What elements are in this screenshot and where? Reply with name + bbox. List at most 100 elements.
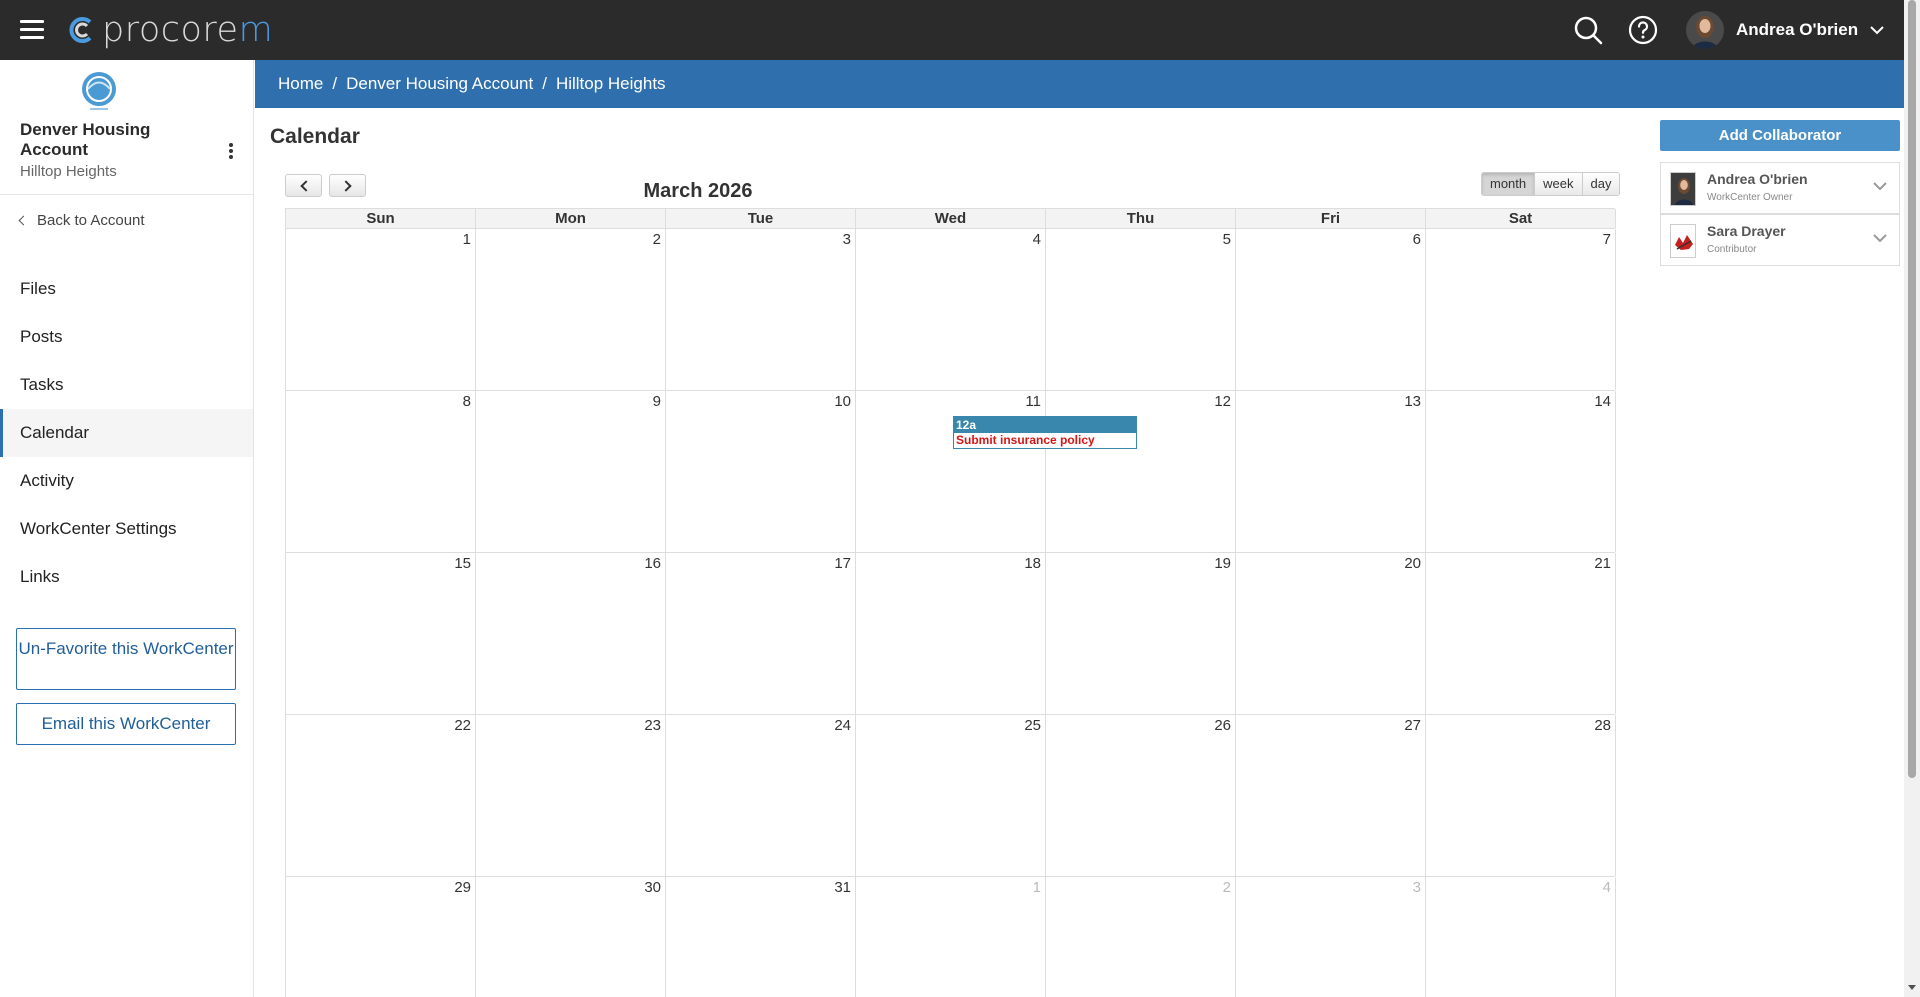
sidebar-item-workcenter-settings[interactable]: WorkCenter Settings [0, 505, 253, 553]
search-icon[interactable] [1572, 14, 1604, 46]
view-month-button[interactable]: month [1482, 173, 1536, 195]
hamburger-menu-icon[interactable] [20, 20, 44, 40]
next-month-button[interactable] [329, 174, 366, 197]
calendar-event[interactable]: 12a Submit insurance policy [953, 416, 1137, 449]
page-scrollbar[interactable] [1904, 0, 1920, 997]
calendar-day-cell[interactable]: 25 [856, 715, 1046, 876]
calendar-day-cell-next-month[interactable]: 2 [1046, 877, 1236, 997]
day-number: 29 [454, 879, 471, 896]
collaborator-card[interactable]: Andrea O'brien WorkCenter Owner [1660, 162, 1900, 214]
breadcrumb-home[interactable]: Home [278, 74, 323, 94]
weekday-header-row: Sun Mon Tue Wed Thu Fri Sat [286, 208, 1616, 229]
calendar-day-cell[interactable]: 5 [1046, 229, 1236, 390]
calendar-day-cell-next-month[interactable]: 4 [1426, 877, 1616, 997]
calendar-day-cell[interactable]: 2 [476, 229, 666, 390]
day-number: 11 [1025, 393, 1041, 410]
day-number: 10 [834, 393, 851, 410]
chevron-right-icon [340, 180, 352, 192]
sidebar-item-posts[interactable]: Posts [0, 313, 253, 361]
calendar-day-cell[interactable]: 20 [1236, 553, 1426, 714]
chevron-down-icon [1870, 26, 1884, 35]
help-icon[interactable] [1627, 14, 1659, 46]
calendar-day-cell[interactable]: 31 [666, 877, 856, 997]
collaborator-name: Sara Drayer [1707, 223, 1786, 239]
day-number: 4 [1032, 231, 1041, 248]
month-calendar-grid: Sun Mon Tue Wed Thu Fri Sat 1 2 3 4 5 6 … [285, 208, 1616, 997]
more-options-icon[interactable] [229, 143, 235, 161]
weekday-header: Wed [856, 209, 1046, 228]
sidebar-divider [0, 194, 253, 195]
scrollbar-thumb[interactable] [1908, 0, 1916, 778]
chevron-down-icon[interactable] [1873, 231, 1887, 245]
calendar-day-cell[interactable]: 17 [666, 553, 856, 714]
scroll-down-arrow-icon[interactable] [1908, 985, 1916, 990]
calendar-day-cell[interactable]: 6 [1236, 229, 1426, 390]
sidebar-item-tasks[interactable]: Tasks [0, 361, 253, 409]
previous-month-button[interactable] [285, 174, 322, 197]
event-time: 12a [954, 417, 1136, 433]
view-day-button[interactable]: day [1582, 173, 1620, 195]
calendar-day-cell[interactable]: 16 [476, 553, 666, 714]
calendar-day-cell-next-month[interactable]: 1 [856, 877, 1046, 997]
collaborator-role: Contributor [1707, 244, 1757, 255]
back-to-account-link[interactable]: Back to Account [18, 212, 145, 229]
day-number: 25 [1024, 717, 1041, 734]
user-avatar [1686, 11, 1724, 49]
chevron-down-icon[interactable] [1873, 179, 1887, 193]
calendar-day-cell[interactable]: 23 [476, 715, 666, 876]
calendar-day-cell[interactable]: 26 [1046, 715, 1236, 876]
weekday-header: Mon [476, 209, 666, 228]
workcenter-title: Denver Housing Account [20, 120, 151, 159]
calendar-day-cell[interactable]: 22 [286, 715, 476, 876]
day-number: 4 [1602, 879, 1611, 896]
breadcrumb-account[interactable]: Denver Housing Account [346, 74, 533, 94]
back-to-account-label: Back to Account [37, 212, 145, 229]
day-number: 9 [652, 393, 661, 410]
procore-logo[interactable]: procorem [66, 12, 273, 48]
user-menu[interactable]: Andrea O'brien [1686, 9, 1884, 51]
calendar-day-cell[interactable]: 13 [1236, 391, 1426, 552]
calendar-day-cell[interactable]: 30 [476, 877, 666, 997]
calendar-day-cell[interactable]: 19 [1046, 553, 1236, 714]
calendar-day-cell[interactable]: 10 [666, 391, 856, 552]
calendar-day-cell[interactable]: 18 [856, 553, 1046, 714]
chevron-left-icon [300, 180, 312, 192]
email-workcenter-button[interactable]: Email this WorkCenter [16, 703, 236, 745]
day-number: 27 [1404, 717, 1421, 734]
day-number: 14 [1594, 393, 1611, 410]
calendar-day-cell[interactable]: 29 [286, 877, 476, 997]
calendar-day-cell[interactable]: 1 [286, 229, 476, 390]
view-week-button[interactable]: week [1535, 173, 1583, 195]
calendar-day-cell[interactable]: 7 [1426, 229, 1616, 390]
day-number: 26 [1214, 717, 1231, 734]
day-number: 17 [834, 555, 851, 572]
weekday-header: Sat [1426, 209, 1616, 228]
logo-mark-icon [69, 17, 92, 43]
sidebar-item-activity[interactable]: Activity [0, 457, 253, 505]
day-number: 15 [454, 555, 471, 572]
calendar-day-cell[interactable]: 14 [1426, 391, 1616, 552]
calendar-day-cell[interactable]: 8 [286, 391, 476, 552]
sidebar-item-links[interactable]: Links [0, 553, 253, 601]
calendar-day-cell-next-month[interactable]: 3 [1236, 877, 1426, 997]
page-title: Calendar [270, 125, 360, 148]
calendar-day-cell[interactable]: 15 [286, 553, 476, 714]
calendar-day-cell[interactable]: 28 [1426, 715, 1616, 876]
day-number: 28 [1594, 717, 1611, 734]
calendar-day-cell[interactable]: 3 [666, 229, 856, 390]
calendar-day-cell[interactable]: 24 [666, 715, 856, 876]
day-number: 7 [1602, 231, 1611, 248]
day-number: 24 [834, 717, 851, 734]
calendar-day-cell[interactable]: 9 [476, 391, 666, 552]
calendar-day-cell[interactable]: 21 [1426, 553, 1616, 714]
calendar-day-cell[interactable]: 4 [856, 229, 1046, 390]
weekday-header: Thu [1046, 209, 1236, 228]
collaborator-card[interactable]: Sara Drayer Contributor [1660, 214, 1900, 266]
unfavorite-workcenter-button[interactable]: Un-Favorite this WorkCenter [16, 628, 236, 690]
day-number: 20 [1404, 555, 1421, 572]
add-collaborator-button[interactable]: Add Collaborator [1660, 120, 1900, 151]
calendar-day-cell[interactable]: 27 [1236, 715, 1426, 876]
breadcrumb-workcenter[interactable]: Hilltop Heights [556, 74, 666, 94]
sidebar-item-calendar[interactable]: Calendar [0, 409, 253, 457]
sidebar-item-files[interactable]: Files [0, 265, 253, 313]
